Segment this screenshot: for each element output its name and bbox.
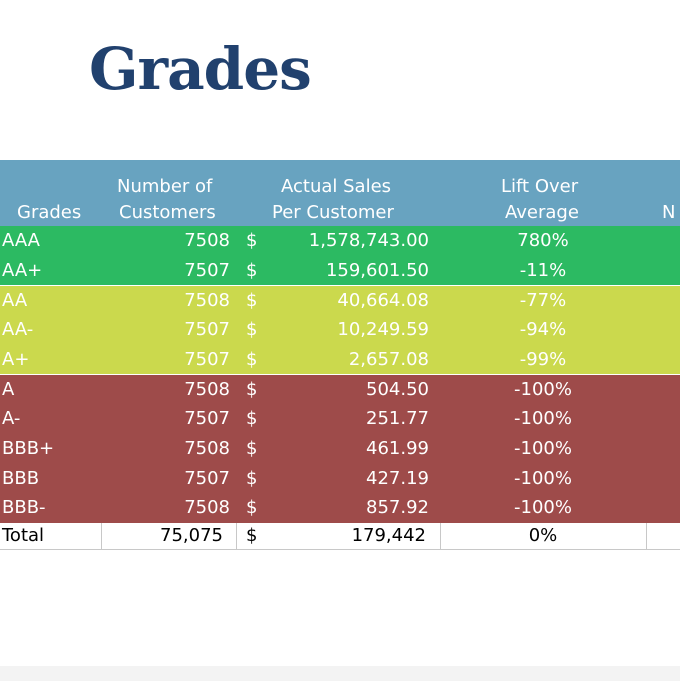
grade-cell: BBB+ xyxy=(2,437,55,459)
table-header: Grades Number of Customers Actual Sales … xyxy=(0,160,680,226)
grade-cell: AA xyxy=(2,290,28,312)
cell-divider xyxy=(101,523,102,550)
header-sales-line1: Actual Sales xyxy=(281,176,392,197)
grade-cell: AAA xyxy=(2,230,40,251)
currency-symbol: $ xyxy=(246,497,258,519)
customers-cell: 7507 xyxy=(184,348,230,370)
currency-symbol: $ xyxy=(246,259,258,281)
lift-cell: -11% xyxy=(519,259,567,281)
header-lift-line1: Lift Over xyxy=(501,176,579,197)
lift-cell: -77% xyxy=(519,290,567,312)
sales-cell: 504.50 xyxy=(366,379,429,401)
cell-divider xyxy=(440,523,441,550)
table-row: BBB+ 7508 $ 461.99 -100% xyxy=(0,433,680,464)
table-row: AA+ 7507 $ 159,601.50 -11% xyxy=(0,255,680,286)
customers-cell: 7507 xyxy=(184,408,230,430)
currency-symbol: $ xyxy=(246,319,258,341)
customers-cell: 7507 xyxy=(184,319,230,341)
page-title: Grades xyxy=(89,35,312,103)
lift-cell: -100% xyxy=(514,437,572,459)
lift-cell: -100% xyxy=(514,467,572,489)
header-grades: Grades xyxy=(17,202,82,223)
customers-cell: 7508 xyxy=(184,290,230,312)
customers-cell: 7508 xyxy=(184,379,230,401)
table-body: AAA 7508 $ 1,578,743.00 780% AA+ 7507 $ … xyxy=(0,226,680,523)
grade-cell: AA+ xyxy=(2,259,43,281)
sales-cell: 251.77 xyxy=(366,408,429,430)
spreadsheet-page: Grades Grades Number of Customers Actual… xyxy=(0,0,680,681)
header-lift-line2: Average xyxy=(505,202,579,223)
table-row: AA- 7507 $ 10,249.59 -94% xyxy=(0,315,680,345)
sales-cell: 1,578,743.00 xyxy=(308,230,429,251)
sales-cell: 427.19 xyxy=(366,467,429,489)
customers-cell: 7508 xyxy=(184,437,230,459)
total-label: Total xyxy=(2,525,45,546)
currency-symbol: $ xyxy=(246,467,258,489)
lift-cell: -99% xyxy=(519,348,567,370)
lift-cell: -100% xyxy=(514,497,572,519)
sales-cell: 461.99 xyxy=(366,437,429,459)
sales-cell: 10,249.59 xyxy=(337,319,429,341)
lift-cell: -94% xyxy=(519,319,567,341)
currency-symbol: $ xyxy=(246,348,258,370)
customers-cell: 7508 xyxy=(184,230,230,251)
sales-cell: 2,657.08 xyxy=(348,348,429,370)
footer-band xyxy=(0,666,680,681)
customers-cell: 7507 xyxy=(184,467,230,489)
header-customers-line1: Number of xyxy=(117,176,213,197)
header-customers-line2: Customers xyxy=(119,202,216,223)
customers-cell: 7508 xyxy=(184,497,230,519)
currency-symbol: $ xyxy=(246,290,258,312)
currency-symbol: $ xyxy=(246,230,258,251)
cell-divider xyxy=(236,523,237,550)
table-row: A 7508 $ 504.50 -100% xyxy=(0,374,680,405)
table-row: A- 7507 $ 251.77 -100% xyxy=(0,404,680,434)
grade-cell: AA- xyxy=(2,319,34,341)
grade-cell: A xyxy=(2,379,15,401)
total-lift: 0% xyxy=(528,525,558,546)
total-sales: 179,442 xyxy=(351,525,426,546)
table-row: BBB- 7508 $ 857.92 -100% xyxy=(0,493,680,523)
lift-cell: 780% xyxy=(517,230,569,251)
currency-symbol: $ xyxy=(246,379,258,401)
grade-cell: A+ xyxy=(2,348,30,370)
grade-cell: BBB- xyxy=(2,497,46,519)
table-row: AA 7508 $ 40,664.08 -77% xyxy=(0,285,680,316)
table-row: BBB 7507 $ 427.19 -100% xyxy=(0,463,680,494)
lift-cell: -100% xyxy=(514,379,572,401)
currency-symbol: $ xyxy=(246,408,258,430)
sales-cell: 159,601.50 xyxy=(325,259,429,281)
grade-cell: A- xyxy=(2,408,21,430)
lift-cell: -100% xyxy=(514,408,572,430)
header-sales-line2: Per Customer xyxy=(272,202,394,223)
total-currency-symbol: $ xyxy=(246,525,258,546)
header-next-column-partial: N xyxy=(662,202,676,223)
currency-symbol: $ xyxy=(246,437,258,459)
total-row: Total 75,075 $ 179,442 0% xyxy=(0,523,680,550)
sales-cell: 857.92 xyxy=(366,497,429,519)
customers-cell: 7507 xyxy=(184,259,230,281)
total-customers: 75,075 xyxy=(160,525,223,546)
grade-cell: BBB xyxy=(2,467,40,489)
cell-divider xyxy=(646,523,647,550)
sales-cell: 40,664.08 xyxy=(337,290,429,312)
table-row: A+ 7507 $ 2,657.08 -99% xyxy=(0,344,680,375)
table-row: AAA 7508 $ 1,578,743.00 780% xyxy=(0,226,680,256)
